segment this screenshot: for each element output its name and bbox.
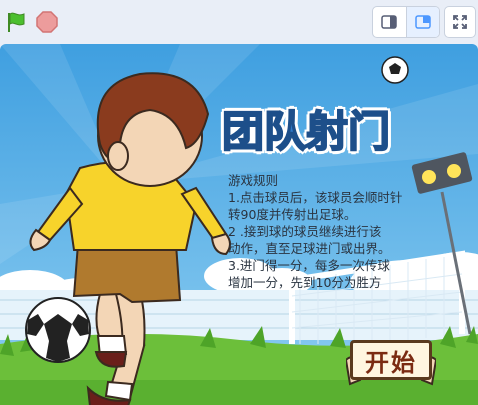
football-sprite [25,297,91,363]
rules-line: 转90度并传射出足球。 [228,207,357,222]
fullscreen-icon[interactable] [444,6,476,38]
normal-stage-icon[interactable] [405,7,439,37]
small-stage-icon[interactable] [373,7,406,37]
game-rules: 游戏规则 1.点击球员后，该球员会顺时针 转90度并传射出足球。 2 .接到球的… [228,172,458,291]
rules-line: 3.进门得一分，每多一次传球 [228,258,390,273]
rules-line: 1.点击球员后，该球员会顺时针 [228,190,403,205]
stage-size-toggle [372,6,440,38]
start-sign-board[interactable]: 开始 [350,340,432,380]
stage-window: 团队射门 游戏规则 1.点击球员后，该球员会顺时针 转90度并传射出足球。 2 … [0,0,478,405]
game-stage[interactable]: 团队射门 游戏规则 1.点击球员后，该球员会顺时针 转90度并传射出足球。 2 … [0,44,478,405]
green-flag-icon[interactable] [3,9,29,35]
start-button[interactable]: 开始 [346,340,436,392]
start-label: 开始 [365,348,417,377]
rules-heading: 游戏规则 [228,173,279,188]
rules-line: 增加一分，先到10分为胜方 [228,275,382,290]
title-ball-icon [381,56,409,84]
rules-line: 2 .接到球的球员继续进行该 [228,224,382,239]
stage-toolbar [0,0,478,44]
game-title: 团队射门 [221,106,391,157]
rules-line: 动作，直至足球进门或出界。 [228,241,391,256]
stop-icon[interactable] [34,9,60,35]
